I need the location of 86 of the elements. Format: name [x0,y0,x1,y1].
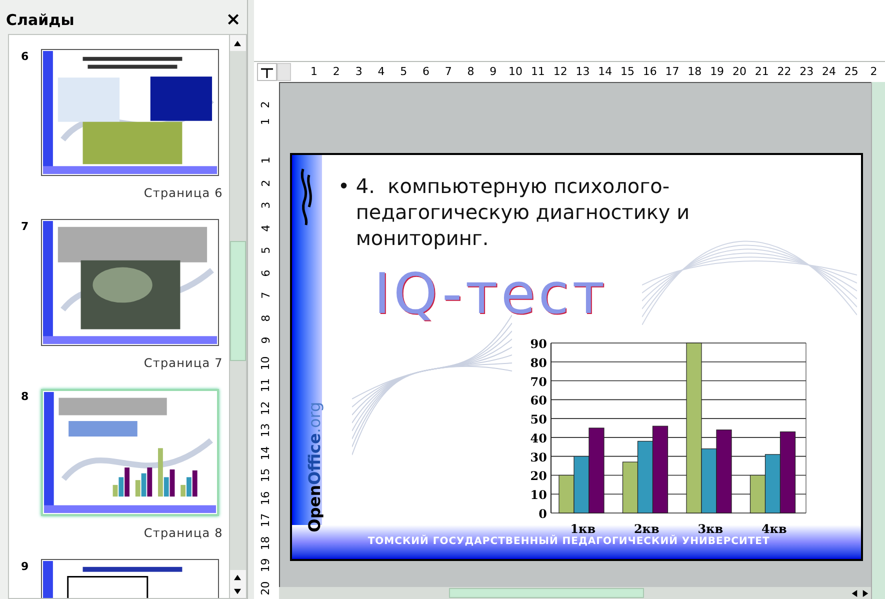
slide-caption: Страница 8 [144,525,223,542]
ruler-number: 9 [488,64,498,80]
axis-category-label: 3кв [698,522,723,536]
ruler-number: 10 [258,356,274,370]
panel-title: Слайды [6,10,74,31]
ruler-number: 14 [258,446,274,460]
axis-tick-label: 40 [530,431,547,446]
ruler-number: 13 [258,423,274,438]
ruler-number: 8 [258,314,274,322]
ruler-number: 15 [258,468,274,482]
ruler-number: 1 [310,64,319,80]
ruler-number: 1 [258,118,273,126]
axis-tick-label: 10 [530,488,547,502]
scroll-up-icon[interactable] [234,40,242,46]
ruler-number: 4 [376,64,386,80]
axis-tick-label: 0 [538,507,547,521]
scroll-right-icon[interactable] [862,590,869,596]
axis-category-label: 1кв [570,522,596,536]
ruler-number: 11 [530,64,546,80]
ruler-number: 25 [843,64,860,80]
ruler-number: 16 [642,64,658,80]
ruler-number: 24 [821,64,838,80]
axis-category-label: 2кв [634,522,660,536]
ruler-number: 18 [258,536,274,550]
ruler-number: 12 [258,400,274,415]
ruler-number: 10 [508,64,524,80]
ruler-number: 16 [258,490,274,505]
vertical-scrollbar[interactable] [871,82,885,599]
ruler-number: 7 [258,292,274,299]
ruler-number: 3 [354,64,364,80]
ruler-number: 12 [552,64,568,80]
ruler-number: 21 [754,64,770,80]
ruler-number: 2 [332,64,341,80]
ruler-number: 15 [620,64,636,80]
slide-number: 8 [20,389,30,405]
scroll-up-icon[interactable] [234,574,242,580]
wordart-title: IQ-тест [374,267,608,323]
ruler-number: 2 [258,101,273,108]
ruler-number: 23 [798,64,815,80]
slide-number: 9 [20,559,30,575]
ruler-number: 8 [466,64,476,80]
horizontal-scrollbar[interactable] [278,587,871,599]
ruler-number: 19 [258,558,274,572]
logo-text: OpenOffice.org [304,400,325,534]
axis-tick-label: 60 [530,394,547,408]
scrollbar-thumb[interactable] [448,588,644,598]
slide-caption: Страница 7 [144,355,223,372]
ruler-number: 5 [399,64,408,80]
slide-number: 7 [20,219,30,235]
ruler-number: 1 [258,156,274,164]
ruler-number: 13 [574,64,591,80]
ruler-number: 6 [258,269,274,276]
axis-tick-label: 80 [530,356,547,370]
bullet-text: • 4. компьютерную психолого- педагогическую диагностику и мониторинг. [338,173,690,251]
ruler-number: 17 [258,513,274,528]
axis-category-label: 4кв [761,522,787,536]
axis-tick-label: 90 [530,337,547,351]
ruler-number: 22 [776,64,792,80]
tab-stop-icon[interactable] [260,66,273,78]
ruler-number: 6 [421,64,430,80]
slide-number: 6 [20,49,30,65]
axis-tick-label: 50 [530,412,547,427]
ruler-number: 18 [686,64,703,80]
slide-caption: Страница 6 [144,185,223,202]
axis-tick-label: 30 [530,450,547,464]
ruler-number: 2 [869,64,878,80]
close-button[interactable]: × [226,11,241,29]
ruler-number: 7 [444,64,453,80]
vertical-scrollbar[interactable] [228,35,246,598]
ruler-number: 19 [709,64,726,80]
ruler-number: 5 [258,246,274,254]
ruler-number: 20 [731,64,748,80]
ruler-number: 11 [258,378,274,392]
ruler-number: 14 [597,64,614,80]
ruler-number: 17 [664,64,680,80]
ruler-number: 20 [258,580,274,595]
scroll-left-icon[interactable] [851,590,858,596]
footer-text: ТОМСКИЙ ГОСУДАРСТВЕННЫЙ ПЕДАГОГИЧЕСКИЙ УНИВЕРСИТЕТ [368,534,770,549]
ruler-number: 3 [258,202,274,209]
axis-tick-label: 70 [530,374,547,389]
ruler-number: 4 [258,224,274,232]
scrollbar-thumb[interactable] [230,241,246,361]
scroll-down-icon[interactable] [234,588,242,594]
ruler-number: 9 [258,336,274,344]
ruler-number: 2 [258,179,274,186]
axis-tick-label: 20 [530,469,547,484]
